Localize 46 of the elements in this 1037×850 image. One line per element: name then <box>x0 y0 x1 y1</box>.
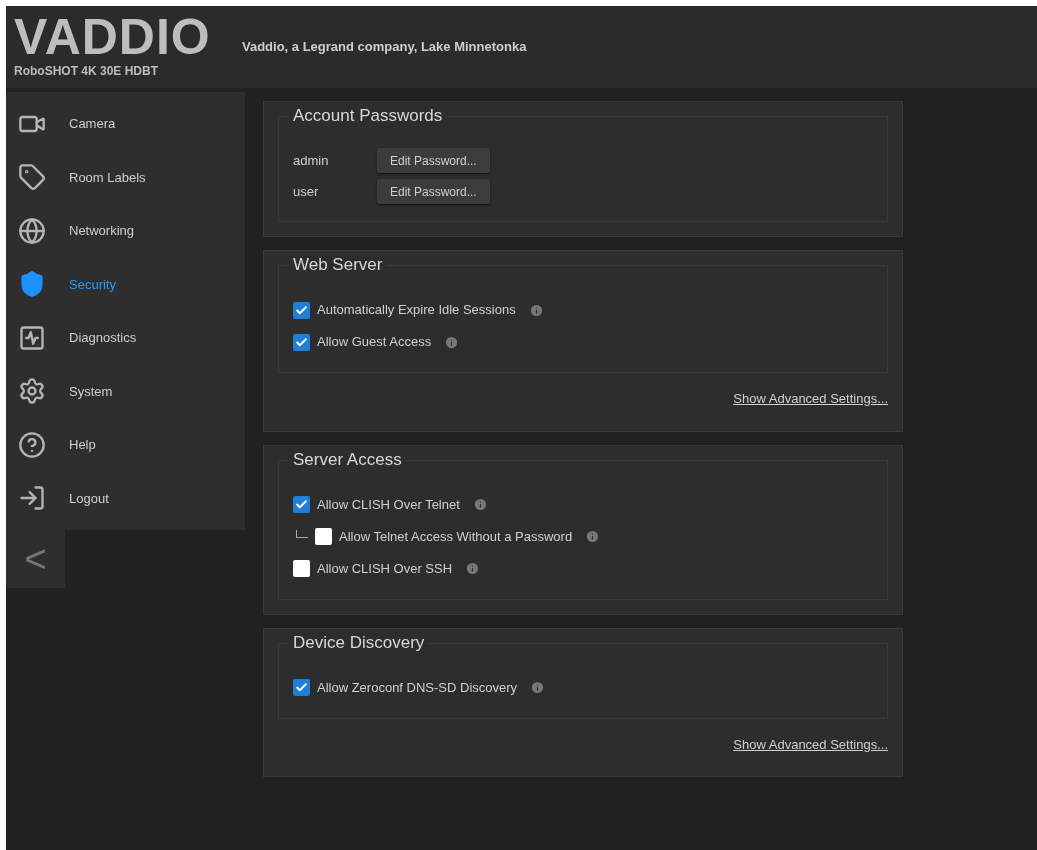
sidebar-item[interactable]: Networking <box>6 204 245 258</box>
option-label: Allow Guest Access <box>317 333 432 352</box>
tag-icon <box>18 163 46 192</box>
sidebar-item[interactable]: Camera <box>6 97 245 151</box>
help-icon <box>18 430 46 459</box>
option-label: Allow Telnet Access Without a Password <box>339 527 573 546</box>
checkbox[interactable] <box>293 679 310 696</box>
info-icon[interactable] <box>444 334 460 350</box>
option-label: Allow CLISH Over Telnet <box>317 495 460 514</box>
edit-password-button[interactable]: Edit Password... <box>377 179 490 204</box>
logo[interactable]: VADDIO <box>14 14 242 59</box>
checkbox[interactable] <box>293 333 310 351</box>
model-name: RoboSHOT 4K 30E HDBT <box>14 62 159 80</box>
sidebar-item[interactable]: Diagnostics <box>6 311 245 365</box>
location-text: Vaddio, a Legrand company, Lake Minnetonka <box>242 38 527 57</box>
sidebar-item[interactable]: Logout <box>6 471 245 525</box>
info-icon[interactable] <box>585 529 601 544</box>
pulse-icon <box>18 323 46 352</box>
check-icon <box>295 681 308 694</box>
account-name: admin <box>293 151 330 170</box>
check-icon <box>295 335 308 349</box>
tree-connector-icon <box>296 529 308 538</box>
sidebar-item[interactable]: Help <box>6 418 245 472</box>
sidebar-item[interactable]: System <box>6 364 245 418</box>
info-icon[interactable] <box>528 302 544 318</box>
option-label: Allow Zeroconf DNS-SD Discovery <box>317 678 518 697</box>
checkbox[interactable] <box>293 301 310 319</box>
edit-password-button[interactable]: Edit Password... <box>377 148 490 173</box>
settings-icon <box>18 377 46 406</box>
info-icon[interactable] <box>472 497 488 512</box>
show-advanced-link[interactable]: Show Advanced Settings... <box>733 734 888 754</box>
show-advanced-link[interactable]: Show Advanced Settings... <box>733 389 888 409</box>
info-icon[interactable] <box>530 680 546 695</box>
info-icon[interactable] <box>465 561 481 576</box>
checkbox[interactable] <box>293 496 310 513</box>
option-label: Allow CLISH Over SSH <box>317 559 453 578</box>
sidebar-item[interactable]: Security <box>6 257 245 311</box>
checkbox[interactable] <box>315 528 332 545</box>
account-name: user <box>293 182 320 201</box>
globe-icon <box>18 216 46 245</box>
option-label: Automatically Expire Idle Sessions <box>317 301 516 320</box>
logout-icon <box>18 484 46 513</box>
checkbox[interactable] <box>293 560 310 577</box>
check-icon <box>295 303 308 317</box>
sidebar-item[interactable]: Room Labels <box>6 150 245 204</box>
check-icon <box>295 498 308 511</box>
